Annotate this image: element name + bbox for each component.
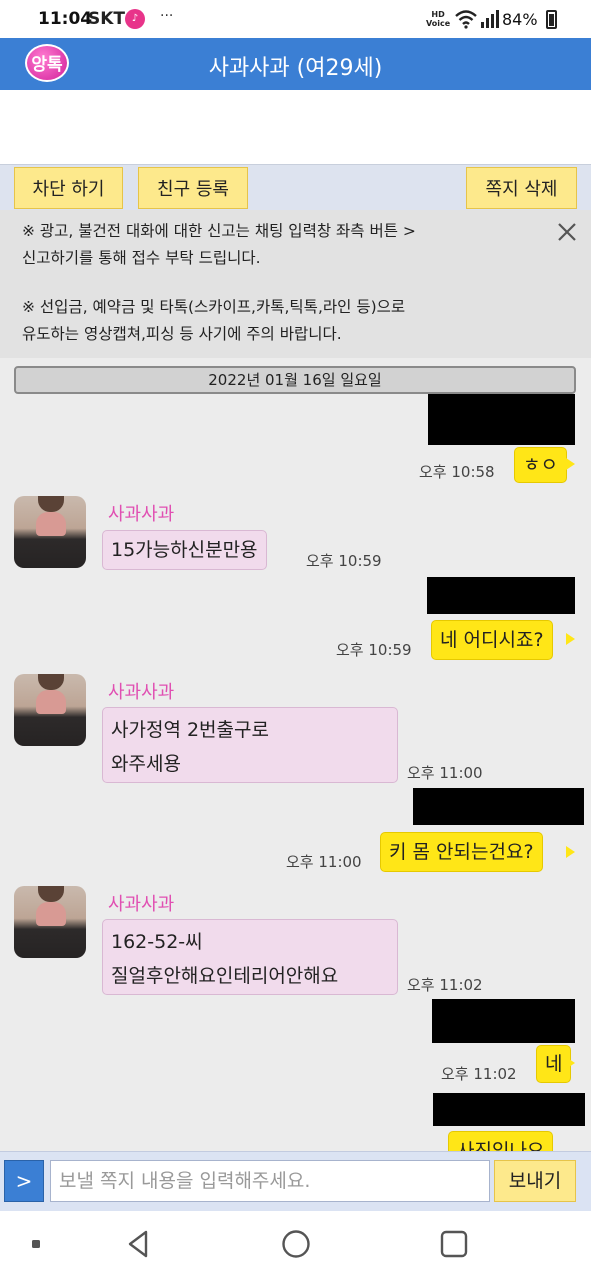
notice-text-2: ※ 선입금, 예약금 및 타톡(스카이프,카톡,틱톡,라인 등)으로 유도하는 영… <box>22 298 406 343</box>
back-icon[interactable] <box>122 1227 156 1261</box>
redacted-area <box>433 1093 585 1126</box>
delete-message-button[interactable]: 쪽지 삭제 <box>466 167 577 209</box>
partner-avatar[interactable] <box>14 496 86 568</box>
ad-banner-area <box>0 90 591 164</box>
chat-toolbar: 차단 하기 친구 등록 쪽지 삭제 <box>0 164 591 210</box>
partner-avatar[interactable] <box>14 886 86 958</box>
redacted-area <box>427 577 575 614</box>
message-time: 오후 10:59 <box>306 552 382 570</box>
chat-title: 사과사과 (여29세) <box>208 56 383 81</box>
hd-voice-icon: HD Voice <box>426 10 451 28</box>
send-button[interactable]: 보내기 <box>494 1160 576 1202</box>
bubble-tail <box>566 846 575 858</box>
my-message-bubble[interactable]: ㅎㅇ <box>514 447 567 483</box>
message-time: 오후 11:02 <box>407 976 483 994</box>
message-line: 162-52-씨 <box>111 931 203 953</box>
signal-icon <box>481 10 499 28</box>
partner-message-bubble[interactable]: 162-52-씨 질얼후안해요인테리어안해요 <box>102 919 398 995</box>
partner-message-bubble[interactable]: 15가능하신분만용 <box>102 530 267 570</box>
redacted-area <box>428 394 575 445</box>
sender-name: 사과사과 <box>108 682 175 703</box>
my-message-bubble[interactable]: 네 어디시죠? <box>431 620 553 660</box>
message-line: 사가정역 2번출구로 <box>111 719 269 741</box>
message-time: 오후 11:02 <box>441 1065 517 1083</box>
partner-avatar[interactable] <box>14 674 86 746</box>
message-line: 질얼후안해요인테리어안해요 <box>111 965 339 987</box>
status-more: ··· <box>160 8 174 24</box>
sender-name: 사과사과 <box>108 894 175 915</box>
bubble-tail <box>566 633 575 645</box>
message-time: 오후 10:59 <box>336 641 412 659</box>
partner-message-bubble[interactable]: 사가정역 2번출구로 와주세용 <box>102 707 398 783</box>
carrier-app-icon: ♪ <box>125 9 145 29</box>
my-message-bubble[interactable]: 키 몸 안되는건요? <box>380 832 543 872</box>
status-carrier: SKT <box>88 9 126 29</box>
bubble-tail <box>566 458 575 470</box>
message-time: 오후 10:58 <box>419 463 495 481</box>
battery-percent: 84% <box>502 10 538 29</box>
battery-icon <box>546 10 557 29</box>
redacted-area <box>413 788 584 825</box>
redacted-area <box>432 999 575 1043</box>
sender-name: 사과사과 <box>108 504 175 525</box>
message-input-bar: > 보내기 <box>0 1151 591 1211</box>
report-menu-button[interactable]: > <box>4 1160 44 1202</box>
status-time: 11:04 <box>38 9 93 29</box>
status-bar: 11:04 SKT ♪ ··· HD Voice 84% <box>0 0 591 38</box>
message-time: 오후 11:00 <box>407 764 483 782</box>
message-time: 오후 11:00 <box>286 853 362 871</box>
message-input[interactable] <box>50 1160 490 1202</box>
safety-notice: ※ 광고, 불건전 대화에 대한 신고는 채팅 입력창 좌측 버튼 > 신고하기를… <box>0 210 591 358</box>
message-line: 와주세용 <box>111 753 181 775</box>
block-button[interactable]: 차단 하기 <box>14 167 123 209</box>
app-header: 앙톡 사과사과 (여29세) <box>0 38 591 90</box>
home-icon[interactable] <box>279 1227 313 1261</box>
add-friend-button[interactable]: 친구 등록 <box>138 167 248 209</box>
date-separator: 2022년 01월 16일 일요일 <box>14 366 576 394</box>
system-nav-bar <box>0 1211 591 1280</box>
close-icon[interactable] <box>555 220 579 244</box>
notice-text-1: ※ 광고, 불건전 대화에 대한 신고는 채팅 입력창 좌측 버튼 > 신고하기를… <box>22 222 416 267</box>
recent-apps-icon[interactable] <box>26 1227 46 1261</box>
bubble-tail <box>566 1057 575 1069</box>
wifi-icon <box>455 10 477 29</box>
overview-icon[interactable] <box>437 1227 471 1261</box>
